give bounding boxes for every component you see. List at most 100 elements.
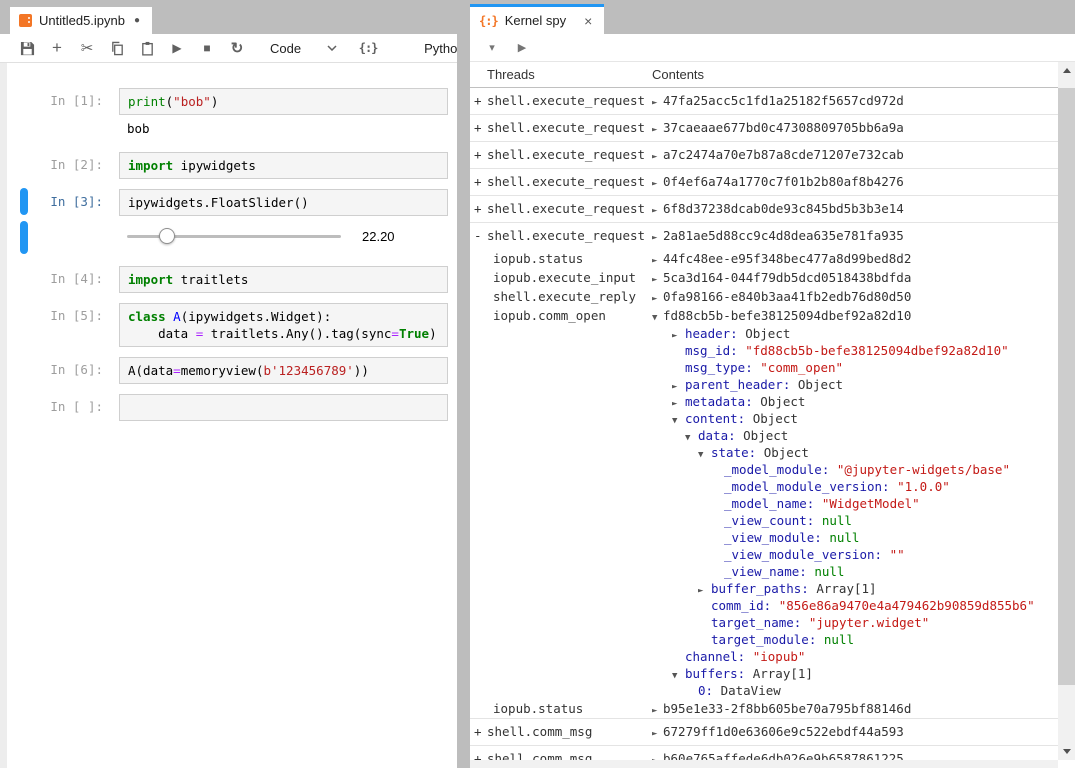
message-row[interactable]: +shell.execute_request►6f8d37238dcab0de9… (470, 196, 1058, 222)
json-value: Array[1] (816, 581, 876, 596)
disclosure-triangle-icon[interactable]: ► (652, 198, 663, 224)
message-row[interactable]: +shell.execute_request►37caeaae677bd0c47… (470, 115, 1058, 141)
disclosure-triangle-icon[interactable]: ► (652, 144, 663, 170)
json-tree-row: channel: "iopub" (470, 648, 1058, 665)
json-key: parent_header: (685, 377, 798, 392)
notebook-tab[interactable]: Untitled5.ipynb ● (10, 7, 152, 34)
cell-input-row: In [2]:import ipywidgets (0, 152, 457, 179)
code-token: ) (429, 326, 437, 341)
cut-cells-button[interactable]: ✂ (72, 36, 102, 60)
notebook-cell: In [5]:class A(ipywidgets.Widget): data … (0, 303, 457, 347)
slider-handle[interactable] (159, 228, 175, 244)
cell-type-dropdown[interactable]: Code (270, 41, 337, 56)
expand-toggle[interactable]: + (474, 196, 486, 222)
expand-toggle[interactable]: + (474, 88, 486, 114)
disclosure-triangle-icon[interactable]: ► (652, 90, 663, 116)
json-tree-row[interactable]: ►buffer_paths: Array[1] (470, 580, 1058, 597)
paste-cells-button[interactable] (132, 36, 162, 60)
cell-input[interactable]: import traitlets (119, 266, 448, 293)
json-key: _view_module_version: (724, 547, 890, 562)
chevron-down-icon (1063, 749, 1071, 754)
json-key: state: (711, 445, 764, 460)
json-key: _view_count: (724, 513, 822, 528)
cell-input-row: In [1]:print("bob") (0, 88, 457, 115)
interrupt-kernel-button[interactable]: ■ (192, 36, 222, 60)
scroll-up-button[interactable] (1058, 62, 1075, 79)
expand-toggle[interactable]: + (474, 142, 486, 168)
child-message-row[interactable]: iopub.status►44fc48ee-e95f348bec477a8d99… (470, 249, 1058, 268)
child-message-row[interactable]: iopub.status►b95e1e33-2f8bb605be70a795bf… (470, 699, 1058, 718)
thread-name: shell.execute_request (487, 88, 645, 114)
json-tree-row[interactable]: ▼data: Object (470, 427, 1058, 444)
cell-input-row: In [3]:ipywidgets.FloatSlider() (0, 189, 457, 216)
code-token: A(data (128, 363, 173, 378)
disclosure-triangle-icon[interactable]: ► (652, 225, 663, 251)
expand-all-button[interactable]: ▶ (510, 37, 534, 59)
code-token: traitlets (173, 272, 248, 287)
json-tree-row[interactable]: ►metadata: Object (470, 393, 1058, 410)
cell-input[interactable]: A(data=memoryview(b'123456789')) (119, 357, 448, 384)
cell-input[interactable]: ipywidgets.FloatSlider() (119, 189, 448, 216)
thread-name: shell.comm_msg (487, 719, 592, 745)
scroll-down-button[interactable] (1058, 743, 1075, 760)
run-cell-button[interactable]: ▶ (162, 36, 192, 60)
notebook-cell: In [1]:print("bob")bob (0, 88, 457, 142)
json-tree-row: comm_id: "856e86a9470e4a479462b90859d855… (470, 597, 1058, 614)
json-key: channel: (685, 649, 753, 664)
scrollbar-thumb[interactable] (1058, 88, 1075, 685)
message-row[interactable]: -shell.execute_request►2a81ae5d88cc9c4d8… (470, 223, 1058, 249)
json-key: target_name: (711, 615, 809, 630)
cell-input[interactable] (119, 394, 448, 421)
cell-output-text: bob (119, 115, 457, 142)
vertical-scrollbar[interactable] (1058, 62, 1075, 760)
insert-cell-button[interactable]: + (42, 36, 72, 60)
json-value: null (822, 513, 852, 528)
child-message-row[interactable]: iopub.execute_input►5ca3d164-044f79db5dc… (470, 268, 1058, 287)
json-key: metadata: (685, 394, 760, 409)
json-key: data: (698, 428, 743, 443)
kernel-name-button[interactable]: Python (424, 41, 457, 56)
kernelspy-toolbar-button[interactable]: {:} (353, 36, 383, 60)
disclosure-triangle-icon[interactable]: ► (652, 748, 663, 760)
expand-toggle[interactable]: + (474, 115, 486, 141)
scissors-icon: ✂ (81, 39, 94, 57)
expand-toggle[interactable]: - (474, 223, 486, 249)
cell-input[interactable]: print("bob") (119, 88, 448, 115)
json-tree-row[interactable]: ►header: Object (470, 325, 1058, 342)
expand-toggle[interactable]: + (474, 746, 486, 760)
json-tree-row[interactable]: ▼buffers: Array[1] (470, 665, 1058, 682)
active-cell-output-collapser[interactable] (20, 221, 28, 254)
cell-prompt: In [1]: (0, 88, 119, 108)
copy-cells-button[interactable] (102, 36, 132, 60)
message-row[interactable]: +shell.comm_msg►b60e765affede6db026e9b65… (470, 746, 1058, 760)
message-row[interactable]: +shell.comm_msg►67279ff1d0e63606e9c522eb… (470, 719, 1058, 745)
kernelspy-tabbar: {:} Kernel spy × (470, 0, 1075, 34)
notebook-tabbar: Untitled5.ipynb ● (0, 0, 457, 34)
expand-toggle[interactable]: + (474, 169, 486, 195)
cell-input[interactable]: class A(ipywidgets.Widget): data = trait… (119, 303, 448, 347)
json-tree-row: _view_name: null (470, 563, 1058, 580)
kernelspy-toolbar: ▾ ▶ (470, 34, 1075, 62)
disclosure-triangle-icon[interactable]: ► (652, 171, 663, 197)
collapse-all-button[interactable]: ▾ (480, 37, 504, 59)
close-tab-button[interactable]: × (584, 14, 592, 28)
save-button[interactable] (12, 36, 42, 60)
message-group: -shell.execute_request►2a81ae5d88cc9c4d8… (470, 223, 1058, 719)
json-tree-row[interactable]: ►parent_header: Object (470, 376, 1058, 393)
restart-kernel-button[interactable]: ↻ (222, 36, 252, 60)
message-row[interactable]: +shell.execute_request►0f4ef6a74a1770c7f… (470, 169, 1058, 195)
json-tree-row[interactable]: ▼content: Object (470, 410, 1058, 427)
kernelspy-tab[interactable]: {:} Kernel spy × (470, 4, 604, 34)
notebook-cell: In [6]:A(data=memoryview(b'123456789')) (0, 357, 457, 384)
child-message-row[interactable]: shell.execute_reply►0fa98166-e840b3aa41f… (470, 287, 1058, 306)
disclosure-triangle-icon[interactable]: ► (652, 721, 663, 747)
expand-toggle[interactable]: + (474, 719, 486, 745)
disclosure-triangle-icon[interactable]: ► (652, 117, 663, 143)
message-row[interactable]: +shell.execute_request►47fa25acc5c1fd1a2… (470, 88, 1058, 114)
json-tree-row[interactable]: ▼state: Object (470, 444, 1058, 461)
cell-input[interactable]: import ipywidgets (119, 152, 448, 179)
active-cell-input-collapser[interactable] (20, 188, 28, 215)
message-row[interactable]: +shell.execute_request►a7c2474a70e7b87a8… (470, 142, 1058, 168)
horizontal-scrollbar[interactable] (470, 760, 1058, 768)
child-message-row[interactable]: iopub.comm_open▼fd88cb5b-befe38125094dbe… (470, 306, 1058, 325)
